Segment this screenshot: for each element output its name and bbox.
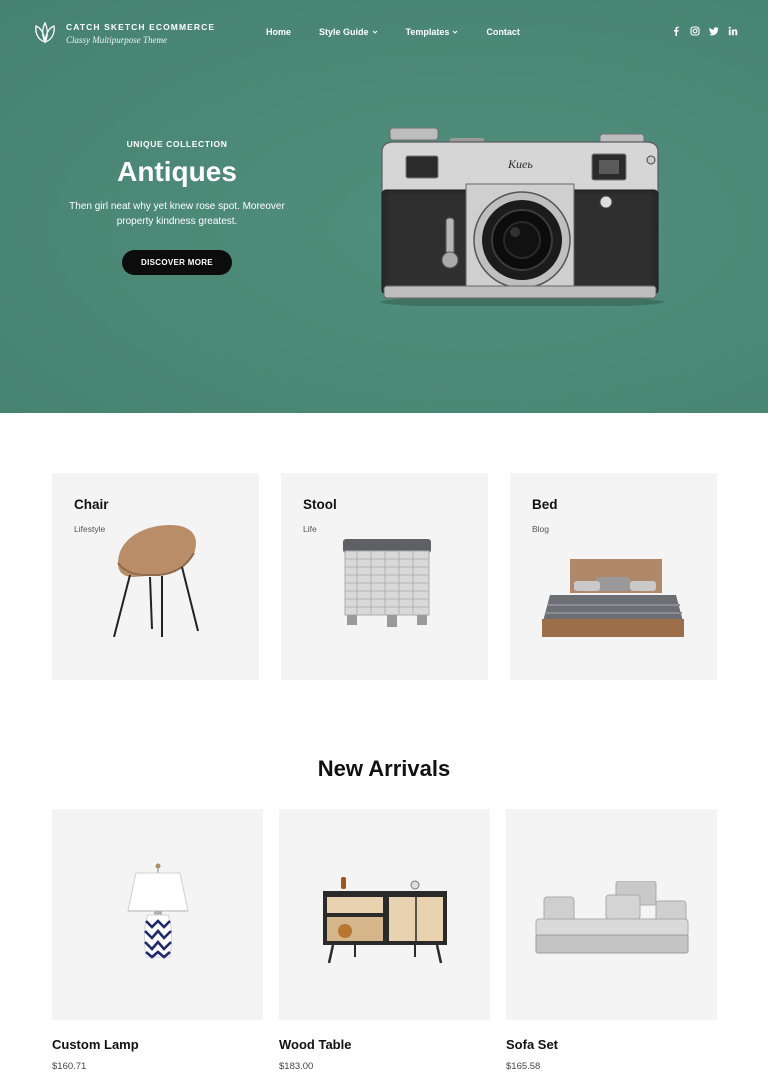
nav-item-label: Templates	[405, 27, 450, 37]
hero-banner: CATCH SKETCH ECOMMERCE Classy Multipurpo…	[0, 0, 768, 413]
site-title: CATCH SKETCH ECOMMERCE	[66, 21, 216, 32]
discover-more-button[interactable]: DISCOVER MORE	[122, 250, 232, 275]
main-navigation: Home Style Guide Templates Contact	[266, 27, 548, 37]
chevron-down-icon	[372, 30, 377, 34]
bed-image	[542, 559, 684, 637]
product-price: $183.00	[279, 1061, 314, 1072]
category-subtitle: Life	[303, 524, 317, 534]
category-title: Chair	[74, 497, 109, 512]
category-card-chair[interactable]: Chair Lifestyle	[52, 473, 259, 680]
nav-item-label: Style Guide	[319, 27, 369, 37]
instagram-icon[interactable]	[690, 26, 700, 36]
hero-title: Antiques	[117, 156, 237, 187]
wicker-stool-image	[343, 539, 431, 627]
new-arrivals-heading: New Arrivals	[317, 756, 451, 781]
sofa-image	[535, 881, 689, 954]
svg-text:Kuеь: Kuеь	[507, 157, 533, 171]
nav-item-templates[interactable]: Templates	[406, 27, 459, 37]
product-name[interactable]: Sofa Set	[506, 1037, 558, 1052]
product-price: $165.58	[506, 1061, 541, 1072]
product-card-custom-lamp[interactable]	[52, 809, 263, 1020]
social-links	[671, 26, 738, 36]
nav-item-label: Contact	[486, 27, 520, 37]
product-price: $160.71	[52, 1061, 87, 1072]
vintage-camera-image: Kuеь	[380, 127, 664, 306]
lotus-logo-icon	[35, 21, 55, 44]
product-card-wood-table[interactable]	[279, 809, 490, 1020]
nav-item-home[interactable]: Home	[266, 27, 291, 37]
hero-description: Then girl neat why yet knew rose spot. M…	[69, 201, 285, 227]
category-card-bed[interactable]: Bed Blog	[510, 473, 717, 680]
product-name[interactable]: Wood Table	[279, 1037, 351, 1052]
facebook-icon[interactable]	[671, 26, 681, 36]
chair-image	[113, 525, 199, 637]
sideboard-image	[323, 877, 447, 964]
nav-item-contact[interactable]: Contact	[486, 27, 520, 37]
category-subtitle: Lifestyle	[74, 524, 106, 534]
category-title: Stool	[303, 497, 337, 512]
category-card-stool[interactable]: Stool Life	[281, 473, 488, 680]
product-card-sofa-set[interactable]	[506, 809, 717, 1020]
hero-eyebrow: UNIQUE COLLECTION	[126, 139, 228, 149]
nav-item-style-guide[interactable]: Style Guide	[319, 27, 378, 37]
hero-content: UNIQUE COLLECTION Antiques Then girl nea…	[62, 139, 292, 275]
site-tagline: Classy Multipurpose Theme	[66, 34, 167, 45]
product-name[interactable]: Custom Lamp	[52, 1037, 139, 1052]
twitter-icon[interactable]	[709, 26, 719, 36]
category-subtitle: Blog	[532, 524, 550, 534]
chevron-down-icon	[453, 30, 458, 34]
linkedin-icon[interactable]	[728, 26, 738, 36]
nav-item-label: Home	[266, 27, 292, 37]
site-logo[interactable]: CATCH SKETCH ECOMMERCE Classy Multipurpo…	[32, 20, 215, 46]
table-lamp-image	[127, 863, 189, 959]
category-title: Bed	[532, 497, 558, 512]
